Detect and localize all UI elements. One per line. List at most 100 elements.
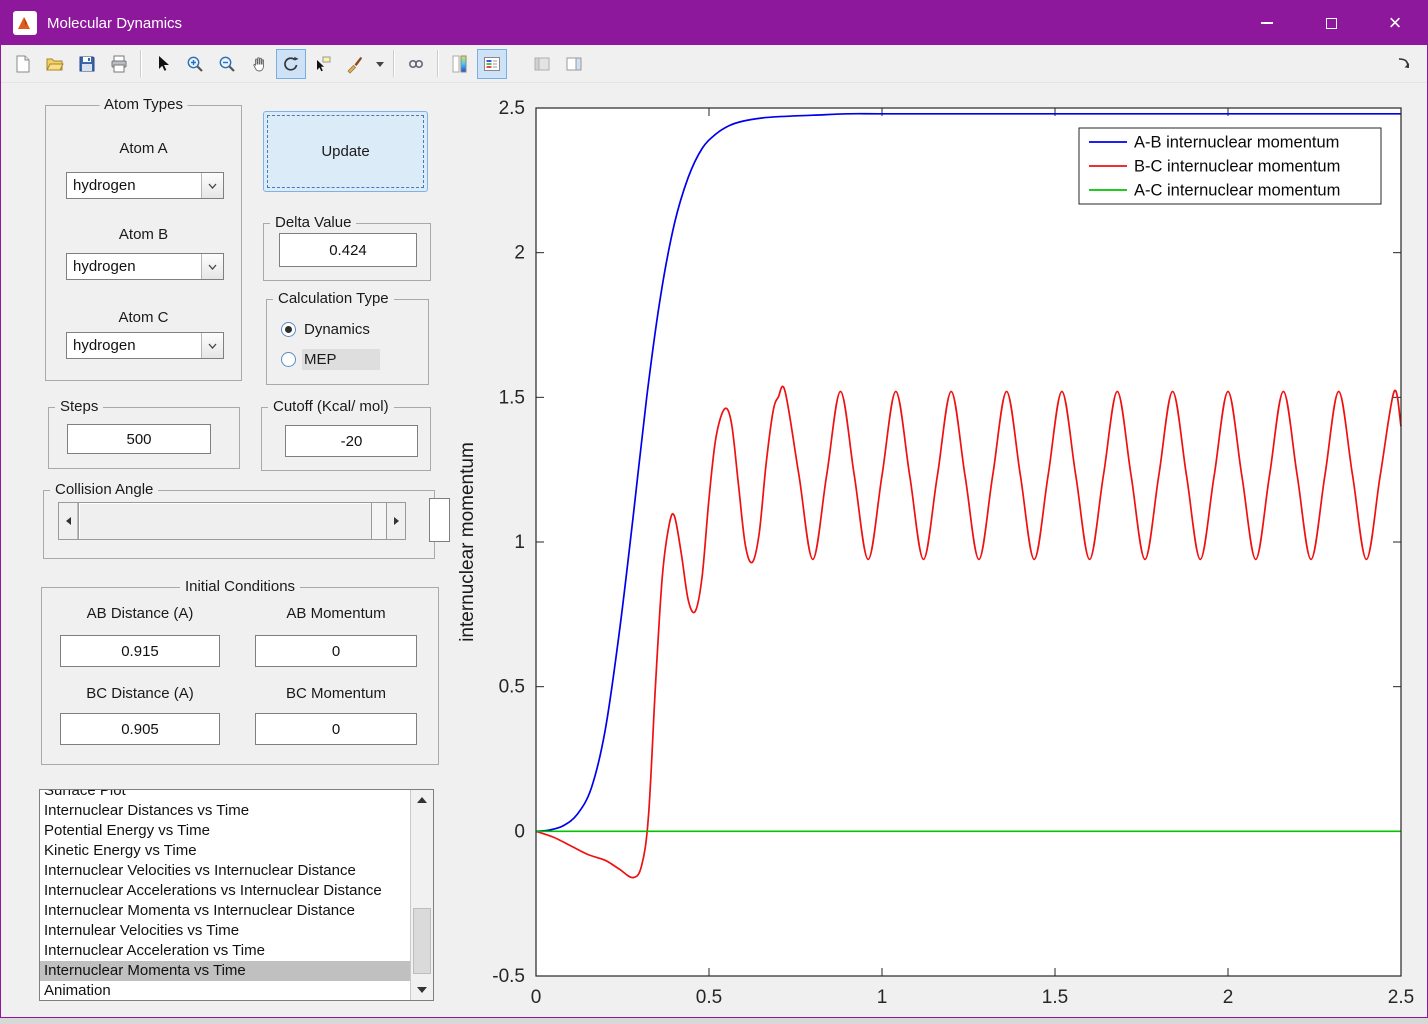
data-cursor-button[interactable] [308,49,338,79]
list-item[interactable]: Surface Plot [40,789,410,801]
list-item[interactable]: Animation [40,981,410,1000]
minimize-icon [1261,22,1273,24]
cutoff-panel: Cutoff (Kcal/ mol) [261,407,431,471]
open-file-icon [45,54,65,74]
chart-area[interactable]: 00.511.522.5-0.500.511.522.5internuclear… [451,83,1428,1019]
save-button[interactable] [72,49,102,79]
print-button[interactable] [104,49,134,79]
collision-angle-value-input[interactable] [429,498,450,542]
bc-momentum-input[interactable] [255,713,417,745]
radio-mep-label: MEP [302,349,380,370]
atom-b-label: Atom B [46,226,241,243]
scroll-up-button[interactable] [411,790,433,810]
brush-icon [345,54,365,74]
edit-plot-button[interactable] [148,49,178,79]
open-file-button[interactable] [40,49,70,79]
show-plot-tools-icon [564,54,584,74]
listbox-scrollbar[interactable] [410,790,433,1000]
atom-b-dropdown[interactable]: hydrogen [66,253,224,280]
svg-text:0.5: 0.5 [696,987,722,1008]
list-item[interactable]: Internuclear Accelerations vs Internucle… [40,881,410,901]
svg-text:1.5: 1.5 [1042,987,1068,1008]
maximize-icon [1326,18,1337,29]
toolbar-separator [140,50,142,77]
bc-distance-label: BC Distance (A) [60,685,220,702]
list-item[interactable]: Internulear Velocities vs Time [40,921,410,941]
scrollbar-thumb[interactable] [413,908,431,974]
insert-colorbar-button[interactable] [445,49,475,79]
app-window: Molecular Dynamics × [0,0,1428,1018]
slider-right-arrow[interactable] [386,503,405,539]
zoom-out-button[interactable] [212,49,242,79]
chevron-down-icon [201,173,223,198]
list-item[interactable]: Internuclear Momenta vs Internuclear Dis… [40,901,410,921]
close-button[interactable]: × [1363,1,1427,45]
list-item[interactable]: Internuclear Distances vs Time [40,801,410,821]
svg-text:0: 0 [531,987,542,1008]
rotate-3d-button[interactable] [276,49,306,79]
list-item[interactable]: Kinetic Energy vs Time [40,841,410,861]
svg-text:2: 2 [514,243,525,264]
bc-distance-input[interactable] [60,713,220,745]
radio-dynamics-label: Dynamics [302,319,376,340]
hide-plot-tools-icon [532,54,552,74]
cutoff-title: Cutoff (Kcal/ mol) [268,398,394,415]
radio-button-icon [281,322,296,337]
steps-panel: Steps [48,407,240,469]
initial-conditions-title: Initial Conditions [180,578,300,595]
ab-distance-input[interactable] [60,635,220,667]
slider-thumb[interactable] [78,503,372,539]
momentum-plot[interactable]: 00.511.522.5-0.500.511.522.5internuclear… [451,83,1428,1019]
list-item[interactable]: Internuclear Velocities vs Internuclear … [40,861,410,881]
cutoff-input[interactable] [285,425,418,457]
zoom-out-icon [217,54,237,74]
dock-figure-button[interactable] [1390,49,1420,79]
svg-text:-0.5: -0.5 [492,966,525,987]
slider-track[interactable] [372,503,386,539]
list-item[interactable]: Internuclear Acceleration vs Time [40,941,410,961]
steps-input[interactable] [67,424,211,454]
ab-momentum-input[interactable] [255,635,417,667]
save-icon [77,54,97,74]
slider-left-arrow[interactable] [59,503,78,539]
hide-plot-tools-button[interactable] [527,49,557,79]
brush-button[interactable] [340,49,370,79]
collision-angle-slider[interactable] [58,502,406,540]
list-item[interactable]: Internuclear Momenta vs Time [40,961,410,981]
radio-mep[interactable]: MEP [281,348,380,370]
arrow-up-icon [417,797,427,803]
scroll-down-button[interactable] [411,980,433,1000]
arrow-down-icon [417,987,427,993]
svg-text:internuclear momentum: internuclear momentum [457,442,478,642]
svg-text:2: 2 [1223,987,1234,1008]
pan-button[interactable] [244,49,274,79]
atom-c-dropdown[interactable]: hydrogen [66,332,224,359]
ab-momentum-label: AB Momentum [255,605,417,622]
chevron-down-icon [375,60,385,68]
insert-legend-button[interactable] [477,49,507,79]
svg-text:0.5: 0.5 [499,677,525,698]
svg-text:B-C internuclear momentum: B-C internuclear momentum [1134,158,1340,176]
edit-plot-icon [153,54,173,74]
delta-value-input[interactable] [279,233,417,267]
radio-dynamics[interactable]: Dynamics [281,318,376,340]
brush-dropdown-button[interactable] [372,49,387,79]
svg-text:2.5: 2.5 [499,98,525,119]
atom-a-dropdown[interactable]: hydrogen [66,172,224,199]
title-bar: Molecular Dynamics × [1,1,1427,45]
new-file-button[interactable] [8,49,38,79]
dock-figure-icon [1395,54,1415,74]
calculation-type-title: Calculation Type [273,290,394,307]
svg-text:1.5: 1.5 [499,387,525,408]
maximize-button[interactable] [1299,1,1363,45]
atom-types-panel: Atom Types Atom A hydrogen Atom B hydrog… [45,105,242,381]
matlab-icon [13,11,37,35]
link-plots-button[interactable] [401,49,431,79]
initial-conditions-panel: Initial Conditions AB Distance (A) AB Mo… [41,587,439,765]
zoom-in-button[interactable] [180,49,210,79]
show-plot-tools-button[interactable] [559,49,589,79]
plot-type-list: Surface PlotInternuclear Distances vs Ti… [40,789,410,1000]
minimize-button[interactable] [1235,1,1299,45]
update-button[interactable]: Update [263,111,428,192]
list-item[interactable]: Potential Energy vs Time [40,821,410,841]
